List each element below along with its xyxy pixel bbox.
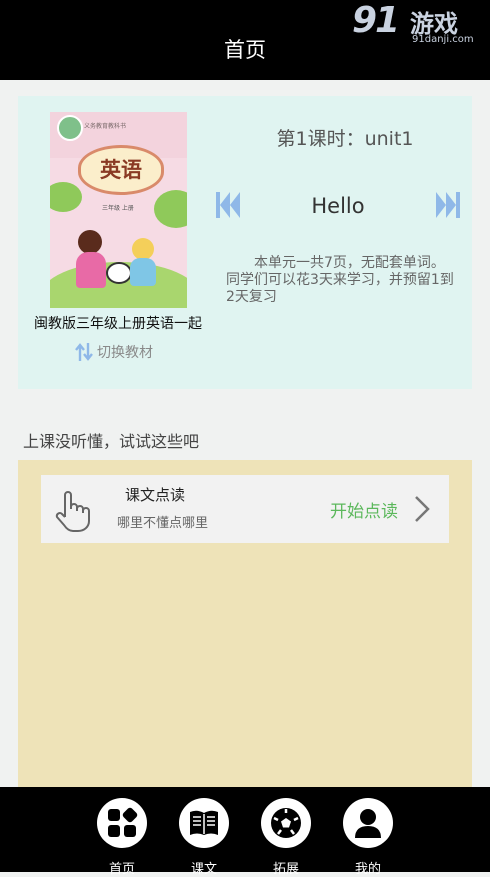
cover-dog [106, 262, 132, 284]
tab-home-label: 首页 [108, 862, 135, 877]
chevron-right-icon [415, 496, 430, 522]
cover-girl2-body [130, 258, 156, 286]
read-along-title: 课文点读 [125, 486, 186, 504]
read-along-item[interactable]: 课文点读 哪里不懂点哪里 开始点读 [41, 475, 449, 543]
home-grid-icon [97, 798, 147, 848]
cover-title-box: 英语 [78, 145, 164, 195]
tools-panel: 课文点读 哪里不懂点哪里 开始点读 [18, 460, 472, 790]
pointing-hand-icon [55, 491, 90, 532]
switch-textbook-button[interactable]: 切换教材 [75, 342, 153, 362]
book-icon [179, 798, 229, 848]
cover-girl2-head [132, 238, 154, 260]
cover-girl-head [78, 230, 102, 254]
switch-textbook-label: 切换教材 [97, 345, 153, 361]
next-lesson-icon[interactable] [435, 190, 461, 220]
cover-title: 英语 [100, 158, 142, 182]
cover-girl-body [76, 252, 106, 288]
top-bar: 首页 91 游戏 91danji.com [0, 0, 490, 80]
lesson-card: 义务教育教科书 英语 三年级 上册 闽教版三年级上册英语一起 切换教材 第1课时… [18, 96, 472, 389]
tab-extend-label: 拓展 [272, 862, 299, 877]
site-watermark: 91 游戏 91danji.com [352, 0, 484, 48]
cover-grade-text: 三年级 上册 [102, 205, 134, 212]
section-label: 上课没听懂，试试这些吧 [23, 432, 200, 451]
lesson-description: 本单元一共7页，无配套单词。同学们可以花3天来学习，并预留1到2天复习 [226, 255, 454, 305]
tab-mine[interactable]: 我的 [338, 796, 398, 877]
watermark-url: 91danji.com [412, 34, 474, 45]
tab-mine-label: 我的 [354, 862, 381, 877]
book-name: 闽教版三年级上册英语一起 [34, 316, 202, 332]
tab-lesson[interactable]: 课文 [174, 796, 234, 877]
cover-publisher-text: 义务教育教科书 [84, 123, 127, 130]
book-cover[interactable]: 义务教育教科书 英语 三年级 上册 [50, 112, 187, 308]
ball-icon [261, 798, 311, 848]
previous-lesson-icon[interactable] [215, 190, 241, 220]
watermark-logo: 91 [352, 0, 400, 41]
read-along-subtitle: 哪里不懂点哪里 [117, 516, 209, 531]
cover-tree-right [154, 190, 187, 228]
lesson-title: 第1课时：unit1 [276, 128, 414, 150]
tab-home[interactable]: 首页 [92, 796, 152, 877]
cover-seal-icon [57, 115, 83, 141]
user-icon [343, 798, 393, 848]
lesson-word: Hello [311, 194, 365, 218]
start-reading-button[interactable]: 开始点读 [330, 497, 398, 522]
cover-tree-left [50, 182, 82, 212]
tab-lesson-label: 课文 [190, 862, 217, 877]
tab-extend[interactable]: 拓展 [256, 796, 316, 877]
swap-arrows-icon [75, 343, 93, 361]
bottom-tab-bar: 首页 课文 拓展 我的 [0, 787, 490, 877]
